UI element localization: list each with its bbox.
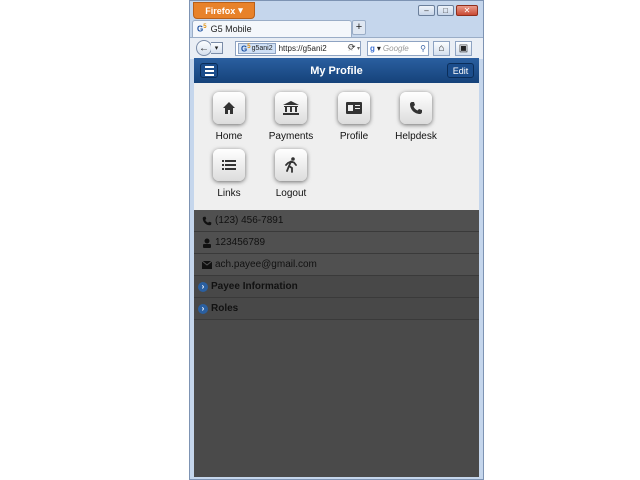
menu-item-label: Payments bbox=[268, 131, 314, 142]
google-icon: g bbox=[370, 44, 375, 53]
search-icon[interactable]: ⚲ bbox=[420, 44, 426, 53]
chevron-right-icon: › bbox=[198, 281, 208, 292]
maximize-button[interactable]: □ bbox=[437, 5, 454, 16]
profile-details: (123) 456-7891 123456789 ach.payee@gmail… bbox=[194, 210, 479, 320]
back-button[interactable]: ← bbox=[196, 40, 212, 56]
phone-icon bbox=[202, 216, 212, 226]
minimize-button[interactable]: – bbox=[418, 5, 435, 16]
site-identity[interactable]: G5 g5ani2 bbox=[238, 42, 276, 55]
close-window-button[interactable]: ✕ bbox=[456, 5, 478, 16]
new-tab-button[interactable]: + bbox=[352, 20, 366, 35]
bank-icon bbox=[275, 92, 307, 124]
menu-item-label: Logout bbox=[275, 188, 307, 199]
reload-icon[interactable]: ⟳ bbox=[348, 42, 356, 53]
menu-item-profile[interactable]: Profile bbox=[328, 92, 380, 142]
tab-title: G5 Mobile bbox=[210, 24, 252, 34]
chevron-down-icon: ▾ bbox=[238, 5, 243, 15]
phone-value: (123) 456-7891 bbox=[215, 215, 284, 226]
search-box[interactable]: g ▾ Google ⚲ bbox=[367, 41, 429, 56]
home-icon bbox=[213, 92, 245, 124]
g5-site-icon: G5 bbox=[241, 43, 251, 54]
browser-window: Firefox ▾ – □ ✕ G5 G5 Mobile + ← ▾ G5 g5… bbox=[189, 0, 484, 480]
section-roles[interactable]: › Roles bbox=[194, 298, 479, 320]
list-icon bbox=[213, 149, 245, 181]
page-viewport: My Profile Edit Home Payments Profile He… bbox=[194, 58, 479, 477]
g5-favicon-icon: G5 bbox=[197, 24, 207, 34]
navigation-toolbar: ← ▾ G5 g5ani2 https://g5ani2 ☆ ▾ ⟳ g ▾ G… bbox=[190, 37, 483, 59]
section-label: Roles bbox=[211, 303, 239, 314]
account-value: 123456789 bbox=[215, 237, 266, 248]
phone-row: (123) 456-7891 bbox=[194, 210, 479, 232]
edit-button[interactable]: Edit bbox=[447, 63, 474, 78]
account-row: 123456789 bbox=[194, 232, 479, 254]
menu-item-links[interactable]: Links bbox=[203, 149, 255, 199]
email-row: ach.payee@gmail.com bbox=[194, 254, 479, 276]
address-bar[interactable]: G5 g5ani2 https://g5ani2 ☆ ▾ bbox=[235, 41, 361, 56]
nav-menu-panel: Home Payments Profile Helpdesk Links Log… bbox=[194, 83, 479, 210]
id-card-icon bbox=[338, 92, 370, 124]
chevron-right-icon: › bbox=[198, 303, 208, 314]
section-label: Payee Information bbox=[211, 281, 298, 292]
menu-item-logout[interactable]: Logout bbox=[265, 149, 317, 199]
firefox-menu-button[interactable]: Firefox ▾ bbox=[193, 2, 255, 19]
home-browser-button[interactable]: ⌂ bbox=[433, 41, 450, 56]
site-identity-label: g5ani2 bbox=[251, 45, 273, 52]
menu-item-label: Helpdesk bbox=[395, 131, 437, 142]
menu-item-helpdesk[interactable]: Helpdesk bbox=[390, 92, 442, 142]
running-man-icon bbox=[275, 149, 307, 181]
search-engine-dropdown-icon[interactable]: ▾ bbox=[377, 44, 381, 53]
section-payee-information[interactable]: › Payee Information bbox=[194, 276, 479, 298]
email-value: ach.payee@gmail.com bbox=[215, 259, 317, 270]
phone-icon bbox=[400, 92, 432, 124]
page-title: My Profile bbox=[310, 65, 363, 77]
user-icon bbox=[202, 238, 212, 248]
url-text: https://g5ani2 bbox=[278, 44, 327, 53]
menu-item-home[interactable]: Home bbox=[203, 92, 255, 142]
url-dropdown-icon[interactable]: ▾ bbox=[357, 45, 360, 52]
app-header: My Profile Edit bbox=[194, 58, 479, 83]
menu-item-label: Home bbox=[215, 131, 243, 142]
menu-item-label: Profile bbox=[339, 131, 369, 142]
bookmarks-button[interactable]: ▣ bbox=[455, 41, 472, 56]
menu-item-payments[interactable]: Payments bbox=[265, 92, 317, 142]
browser-tab[interactable]: G5 G5 Mobile bbox=[192, 20, 352, 37]
forward-button[interactable]: ▾ bbox=[211, 42, 223, 54]
menu-item-label: Links bbox=[217, 188, 241, 199]
firefox-menu-label: Firefox bbox=[205, 5, 236, 16]
search-placeholder: Google bbox=[382, 44, 409, 53]
envelope-icon bbox=[202, 260, 212, 270]
